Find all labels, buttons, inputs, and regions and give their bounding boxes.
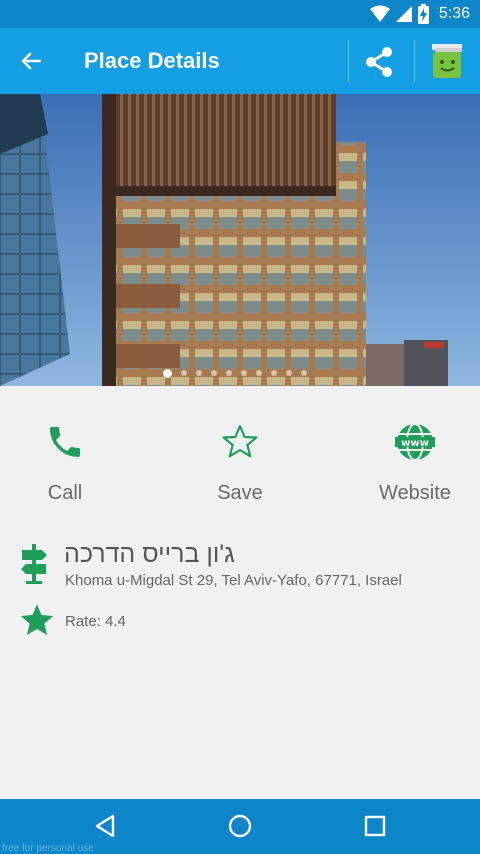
rating-star-icon <box>20 604 54 635</box>
nav-recents-button[interactable] <box>358 811 392 841</box>
watermark: free for personal use <box>2 843 94 854</box>
gallery-dot[interactable] <box>271 370 277 376</box>
back-triangle-icon <box>95 814 115 838</box>
save-label: Save <box>217 482 263 504</box>
recents-square-icon <box>364 815 386 837</box>
arrow-left-icon <box>21 52 41 70</box>
home-circle-icon <box>228 814 252 838</box>
gallery-dot[interactable] <box>181 370 187 376</box>
svg-text:www: www <box>401 438 429 449</box>
gallery-dot[interactable] <box>301 370 307 376</box>
gallery-dot[interactable] <box>163 369 172 378</box>
status-icons: 5:36 <box>369 4 470 24</box>
app-bar-divider <box>348 40 349 82</box>
nav-home-button[interactable] <box>223 811 257 841</box>
signpost-icon <box>21 544 47 584</box>
save-button[interactable]: Save <box>180 420 300 505</box>
website-button[interactable]: www Website <box>355 420 475 505</box>
place-name: ג'ון ברייס הדרכה <box>64 540 235 568</box>
gallery-dot[interactable] <box>286 370 292 376</box>
star-outline-icon <box>222 425 258 458</box>
gallery-dot[interactable] <box>211 370 217 376</box>
place-details-content: Call Save www Website ג'ון ברייס הדרכה K… <box>0 386 480 799</box>
bag-mascot-icon <box>432 44 462 78</box>
building-photo <box>0 94 480 386</box>
place-rating: Rate: 4.4 <box>65 613 126 630</box>
call-button[interactable]: Call <box>5 420 125 505</box>
call-label: Call <box>47 482 83 504</box>
share-icon <box>366 47 392 77</box>
gallery-page-indicator <box>0 369 480 378</box>
status-time: 5:36 <box>438 5 470 22</box>
gallery-dot[interactable] <box>256 370 262 376</box>
place-photo-gallery[interactable] <box>0 94 480 386</box>
globe-www-icon: www <box>395 423 435 461</box>
place-address: Khoma u-Migdal St 29, Tel Aviv-Yafo, 677… <box>65 572 402 589</box>
share-button[interactable] <box>356 42 402 82</box>
gallery-dot[interactable] <box>226 370 232 376</box>
wifi-icon <box>369 5 390 22</box>
nav-back-button[interactable] <box>88 811 122 841</box>
gallery-dot[interactable] <box>196 370 202 376</box>
gallery-dot[interactable] <box>241 370 247 376</box>
page-title: Place Details <box>84 48 220 73</box>
app-bar-divider <box>414 40 415 82</box>
app-bar: Place Details <box>0 28 480 94</box>
website-label: Website <box>379 482 451 504</box>
status-bar: 5:36 <box>0 0 480 28</box>
cell-signal-icon <box>395 6 412 22</box>
back-button[interactable] <box>14 46 48 76</box>
phone-icon <box>50 427 80 457</box>
mascot-button[interactable] <box>424 38 470 84</box>
system-nav-bar: free for personal use <box>0 799 480 854</box>
battery-charging-icon <box>417 4 429 24</box>
